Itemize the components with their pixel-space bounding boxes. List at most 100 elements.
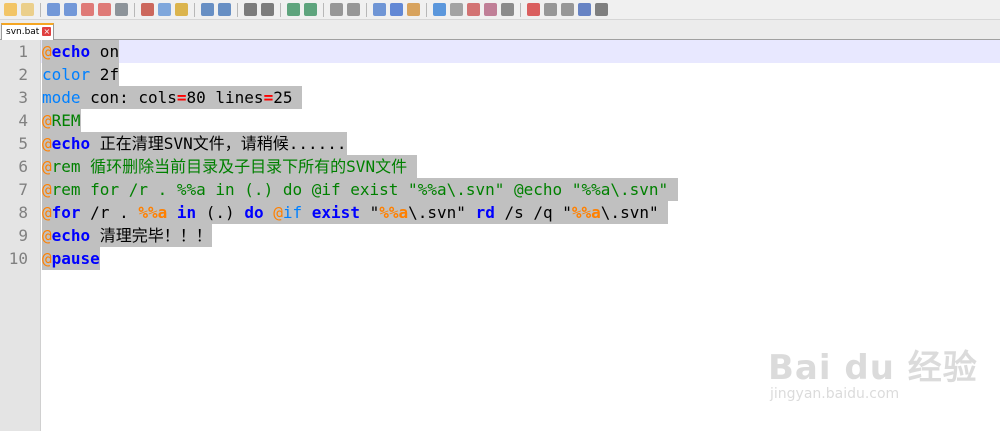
code-token: do <box>244 203 264 222</box>
print-icon[interactable] <box>115 3 128 16</box>
line-number: 9 <box>18 226 28 245</box>
code-token: 清理完毕！！！ <box>90 226 212 245</box>
play-macro-icon[interactable] <box>561 3 574 16</box>
user-language-icon[interactable] <box>433 3 446 16</box>
save-icon[interactable] <box>47 3 60 16</box>
code-token: %%a <box>571 203 601 222</box>
zoom-in-icon[interactable] <box>287 3 300 16</box>
watermark-logo-text: Bai du 经验 <box>768 348 978 388</box>
code-token: @ <box>42 249 52 268</box>
code-line[interactable]: 8 @for /r . %%a in (.) do @if exist "%%a\… <box>0 201 1000 224</box>
code-token: @ <box>42 226 52 245</box>
code-line[interactable]: 4 @REM <box>0 109 1000 132</box>
open-file-icon[interactable] <box>21 3 34 16</box>
find-icon[interactable] <box>244 3 257 16</box>
new-file-icon[interactable] <box>4 3 17 16</box>
line-number: 4 <box>18 111 28 130</box>
code-text: @rem for /r . %%a in (.) do @if exist "%… <box>42 178 678 201</box>
sync-horizontal-icon[interactable] <box>347 3 360 16</box>
code-line[interactable]: 7 @rem for /r . %%a in (.) do @if exist "… <box>0 178 1000 201</box>
code-text: @echo 正在清理SVN文件，请稍候...... <box>42 132 347 155</box>
monitoring-icon[interactable] <box>501 3 514 16</box>
code-line[interactable]: 9 @echo 清理完毕！！！ <box>0 224 1000 247</box>
code-token: echo <box>51 134 91 153</box>
code-token: echo <box>51 226 91 245</box>
doc-map-icon[interactable] <box>450 3 463 16</box>
code-text: @echo on <box>42 40 120 63</box>
code-text: color 2f <box>42 63 120 86</box>
code-text: @echo 清理完毕！！！ <box>42 224 212 247</box>
line-number: 2 <box>18 65 28 84</box>
code-line[interactable]: 3 mode con: cols=80 lines=25 <box>0 86 1000 109</box>
code-token: /s /q " <box>494 203 572 222</box>
line-number: 1 <box>18 42 28 61</box>
close-tab-icon[interactable]: × <box>42 27 52 36</box>
code-token: exist <box>311 203 360 222</box>
code-token: echo <box>51 42 91 61</box>
zoom-out-icon[interactable] <box>304 3 317 16</box>
show-all-chars-icon[interactable] <box>390 3 403 16</box>
code-token: @ <box>42 180 52 199</box>
record-macro-icon[interactable] <box>527 3 540 16</box>
toolbar-separator <box>134 2 135 17</box>
function-list-icon[interactable] <box>467 3 480 16</box>
tab-bar: svn.bat × <box>0 20 1000 40</box>
line-number: 7 <box>18 180 28 199</box>
save-all-icon[interactable] <box>64 3 77 16</box>
line-number: 8 <box>18 203 28 222</box>
line-number: 5 <box>18 134 28 153</box>
stop-record-icon[interactable] <box>544 3 557 16</box>
word-wrap-icon[interactable] <box>373 3 386 16</box>
code-token: @ <box>42 111 52 130</box>
line-number: 3 <box>18 88 28 107</box>
code-token: in <box>176 203 197 222</box>
code-token: /r . <box>80 203 139 222</box>
close-all-icon[interactable] <box>98 3 111 16</box>
code-line[interactable]: 10 @pause <box>0 247 1000 270</box>
code-token: " <box>359 203 380 222</box>
code-token: 正在清理SVN文件，请稍候...... <box>90 134 347 153</box>
toolbar-separator <box>237 2 238 17</box>
code-token: \.svn" <box>408 203 476 222</box>
tab-svn-bat[interactable]: svn.bat × <box>1 23 55 40</box>
toolbar <box>0 0 1000 20</box>
toolbar-separator <box>40 2 41 17</box>
code-token: con: cols <box>80 88 177 107</box>
code-token: \.svn" <box>600 203 669 222</box>
code-token: mode <box>42 88 81 107</box>
folder-as-workspace-icon[interactable] <box>484 3 497 16</box>
paste-icon[interactable] <box>175 3 188 16</box>
close-icon[interactable] <box>81 3 94 16</box>
toolbar-separator <box>426 2 427 17</box>
code-line[interactable]: 6 @rem 循环删除当前目录及子目录下所有的SVN文件 <box>0 155 1000 178</box>
indent-guide-icon[interactable] <box>407 3 420 16</box>
code-token: @ <box>273 203 283 222</box>
line-number: 6 <box>18 157 28 176</box>
toolbar-separator <box>280 2 281 17</box>
undo-icon[interactable] <box>201 3 214 16</box>
tab-label: svn.bat <box>6 27 40 37</box>
code-token: %%a <box>138 203 168 222</box>
code-token: (.) <box>196 203 245 222</box>
code-token: @ <box>42 42 52 61</box>
code-token: 2f <box>90 65 120 84</box>
run-macro-multiple-icon[interactable] <box>578 3 591 16</box>
code-token: @ <box>42 203 52 222</box>
toolbar-separator <box>520 2 521 17</box>
sync-vertical-icon[interactable] <box>330 3 343 16</box>
code-line[interactable]: 1 @echo on <box>0 40 1000 63</box>
code-token: on <box>90 42 120 61</box>
copy-icon[interactable] <box>158 3 171 16</box>
replace-icon[interactable] <box>261 3 274 16</box>
cut-icon[interactable] <box>141 3 154 16</box>
code-token: if <box>282 203 303 222</box>
code-token: %%a <box>379 203 409 222</box>
redo-icon[interactable] <box>218 3 231 16</box>
watermark-url: jingyan.baidu.com <box>770 386 900 402</box>
code-token: pause <box>51 249 100 268</box>
save-macro-icon[interactable] <box>595 3 608 16</box>
code-line[interactable]: 5 @echo 正在清理SVN文件，请稍候...... <box>0 132 1000 155</box>
code-line[interactable]: 2 color 2f <box>0 63 1000 86</box>
code-token: REM <box>51 111 81 130</box>
